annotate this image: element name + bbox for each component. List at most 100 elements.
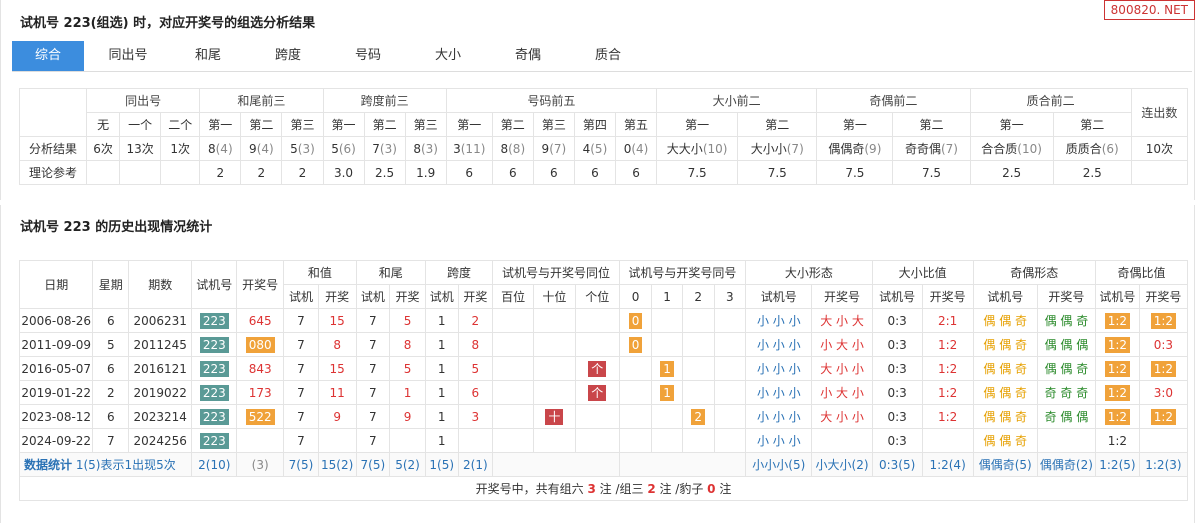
tab-prime-composite[interactable]: 质合 <box>578 41 638 71</box>
reference-cell: 6 <box>491 160 534 185</box>
result-cell: 合合质(10) <box>969 136 1054 161</box>
tab-big-small[interactable]: 大小 <box>418 41 478 71</box>
same-position-cell <box>533 356 576 381</box>
result-value: 5 <box>290 141 298 156</box>
same-number-tag: 1 <box>660 384 674 401</box>
draw-number-cell: 645 <box>236 308 285 333</box>
stat-cell: 1:2(4) <box>921 452 974 477</box>
big-small-ratio-test-cell: 0:3 <box>871 380 923 405</box>
tab-span[interactable]: 跨度 <box>258 41 318 71</box>
odd-even-test-cell: 偶 偶 奇 <box>972 332 1038 357</box>
sub-header: 无 <box>86 112 121 137</box>
odd-even-ratio-draw-cell: 0:3 <box>1138 332 1189 357</box>
tail-draw-cell: 5 <box>389 356 426 381</box>
position-tag: 十 <box>545 408 564 425</box>
sub-header: 百位 <box>492 284 535 309</box>
draw-number: 522 <box>245 408 275 425</box>
tail-test-cell: 7 <box>355 308 391 333</box>
group-header-odd-even-ratio: 奇偶比值 <box>1094 260 1189 285</box>
stat-cell: 2(1) <box>457 452 494 477</box>
same-number-cell <box>713 380 747 405</box>
sub-header: 第三 <box>532 112 575 137</box>
result-value: 大小小 <box>750 142 787 156</box>
stat-empty-cell <box>618 452 747 477</box>
same-position-cell <box>492 356 535 381</box>
sub-header: 2 <box>681 284 715 309</box>
reference-cell: 2.5 <box>969 160 1054 185</box>
same-number-cell <box>681 308 715 333</box>
tab-number[interactable]: 号码 <box>338 41 398 71</box>
same-position-cell <box>492 428 535 453</box>
same-number-cell <box>681 332 715 357</box>
week-cell: 6 <box>92 404 130 429</box>
reference-cell: 2 <box>199 160 242 185</box>
odd-even-draw-cell <box>1036 428 1096 453</box>
row-label: 分析结果 <box>18 136 88 161</box>
issue-cell: 2023214 <box>128 404 193 429</box>
big-small-test-cell: 小 小 小 <box>745 356 813 381</box>
draw-number: 173 <box>248 385 272 400</box>
stat-cell: 1:2(5) <box>1094 452 1140 477</box>
test-number-cell: 223 <box>191 356 238 381</box>
result-cell: 0(4) <box>614 136 658 161</box>
draw-number: 080 <box>245 336 275 353</box>
tab-overview[interactable]: 综合 <box>12 41 84 71</box>
tab-sum-tail[interactable]: 和尾 <box>178 41 238 71</box>
result-count: (4) <box>256 141 274 156</box>
col-header-test-number: 试机号 <box>191 260 238 309</box>
big-small-ratio-test-cell: 0:3 <box>871 356 923 381</box>
big-small-test-cell: 小 小 小 <box>745 332 813 357</box>
sub-header: 十位 <box>533 284 576 309</box>
reference-cell: 6 <box>445 160 493 185</box>
same-number-cell: 1 <box>651 380 683 405</box>
odd-even-ratio-test-cell: 1:2 <box>1094 332 1140 357</box>
summary-footer: 开奖号中，共有组六 3 注 /组三 2 注 /豹子 0 注 <box>19 476 1188 501</box>
footer-text: 注 /豹子 <box>655 482 708 496</box>
sub-header: 开奖号 <box>921 284 974 309</box>
reference-cell <box>119 160 162 185</box>
same-position-cell <box>574 332 620 357</box>
tab-same-number[interactable]: 同出号 <box>98 41 158 71</box>
reference-cell <box>160 160 201 185</box>
reference-cell: 6 <box>573 160 616 185</box>
odd-even-test-cell: 偶 偶 奇 <box>972 356 1038 381</box>
sub-header: 第一 <box>199 112 242 137</box>
sum-draw-cell: 11 <box>317 380 357 405</box>
same-number-tag: 0 <box>628 336 643 353</box>
sub-header: 开奖 <box>389 284 426 309</box>
big-small-ratio-draw-cell: 1:2 <box>921 356 974 381</box>
same-position-cell <box>533 332 576 357</box>
group-header-same-number: 试机号与开奖号同号 <box>618 260 747 285</box>
same-number-cell: 1 <box>651 356 683 381</box>
history-table: 日期 星期 期数 试机号 开奖号 和值 和尾 跨度 试机号与开奖号同位 试机号与… <box>18 260 1189 501</box>
span-test-cell: 1 <box>424 380 459 405</box>
group-header-odd-even-form: 奇偶形态 <box>972 260 1096 285</box>
result-count: (3) <box>379 141 397 156</box>
sub-header: 试机号 <box>1094 284 1140 309</box>
odd-even-ratio-draw: 1:2 <box>1150 312 1177 329</box>
big-small-draw-cell: 大 小 小 <box>811 404 873 429</box>
same-number-cell: 0 <box>618 332 653 357</box>
footer-text: 注 <box>715 482 732 496</box>
sub-header: 第一 <box>969 112 1054 137</box>
tail-test-cell: 7 <box>355 380 391 405</box>
result-count: (9) <box>864 142 882 156</box>
section-title-analysis: 试机号 223(组选) 时，对应开奖号的组选分析结果 <box>20 16 316 31</box>
odd-even-draw-cell: 偶 偶 奇 <box>1036 356 1096 381</box>
sum-test-cell: 7 <box>283 356 319 381</box>
same-number-tag: 0 <box>628 312 643 329</box>
span-test-cell: 1 <box>424 428 459 453</box>
sub-header: 开奖号 <box>1036 284 1096 309</box>
week-cell: 2 <box>92 380 130 405</box>
result-value: 8 <box>413 141 421 156</box>
odd-even-ratio-test-cell: 1:2 <box>1094 428 1140 453</box>
sub-header: 开奖号 <box>811 284 873 309</box>
result-count: (7) <box>940 142 958 156</box>
draw-number-cell: 080 <box>236 332 285 357</box>
tab-odd-even[interactable]: 奇偶 <box>498 41 558 71</box>
test-number-cell: 223 <box>191 428 238 453</box>
sum-test-cell: 7 <box>283 308 319 333</box>
same-position-cell <box>533 428 576 453</box>
sub-header: 第二 <box>737 112 818 137</box>
group-header: 大小前二 <box>656 88 818 113</box>
